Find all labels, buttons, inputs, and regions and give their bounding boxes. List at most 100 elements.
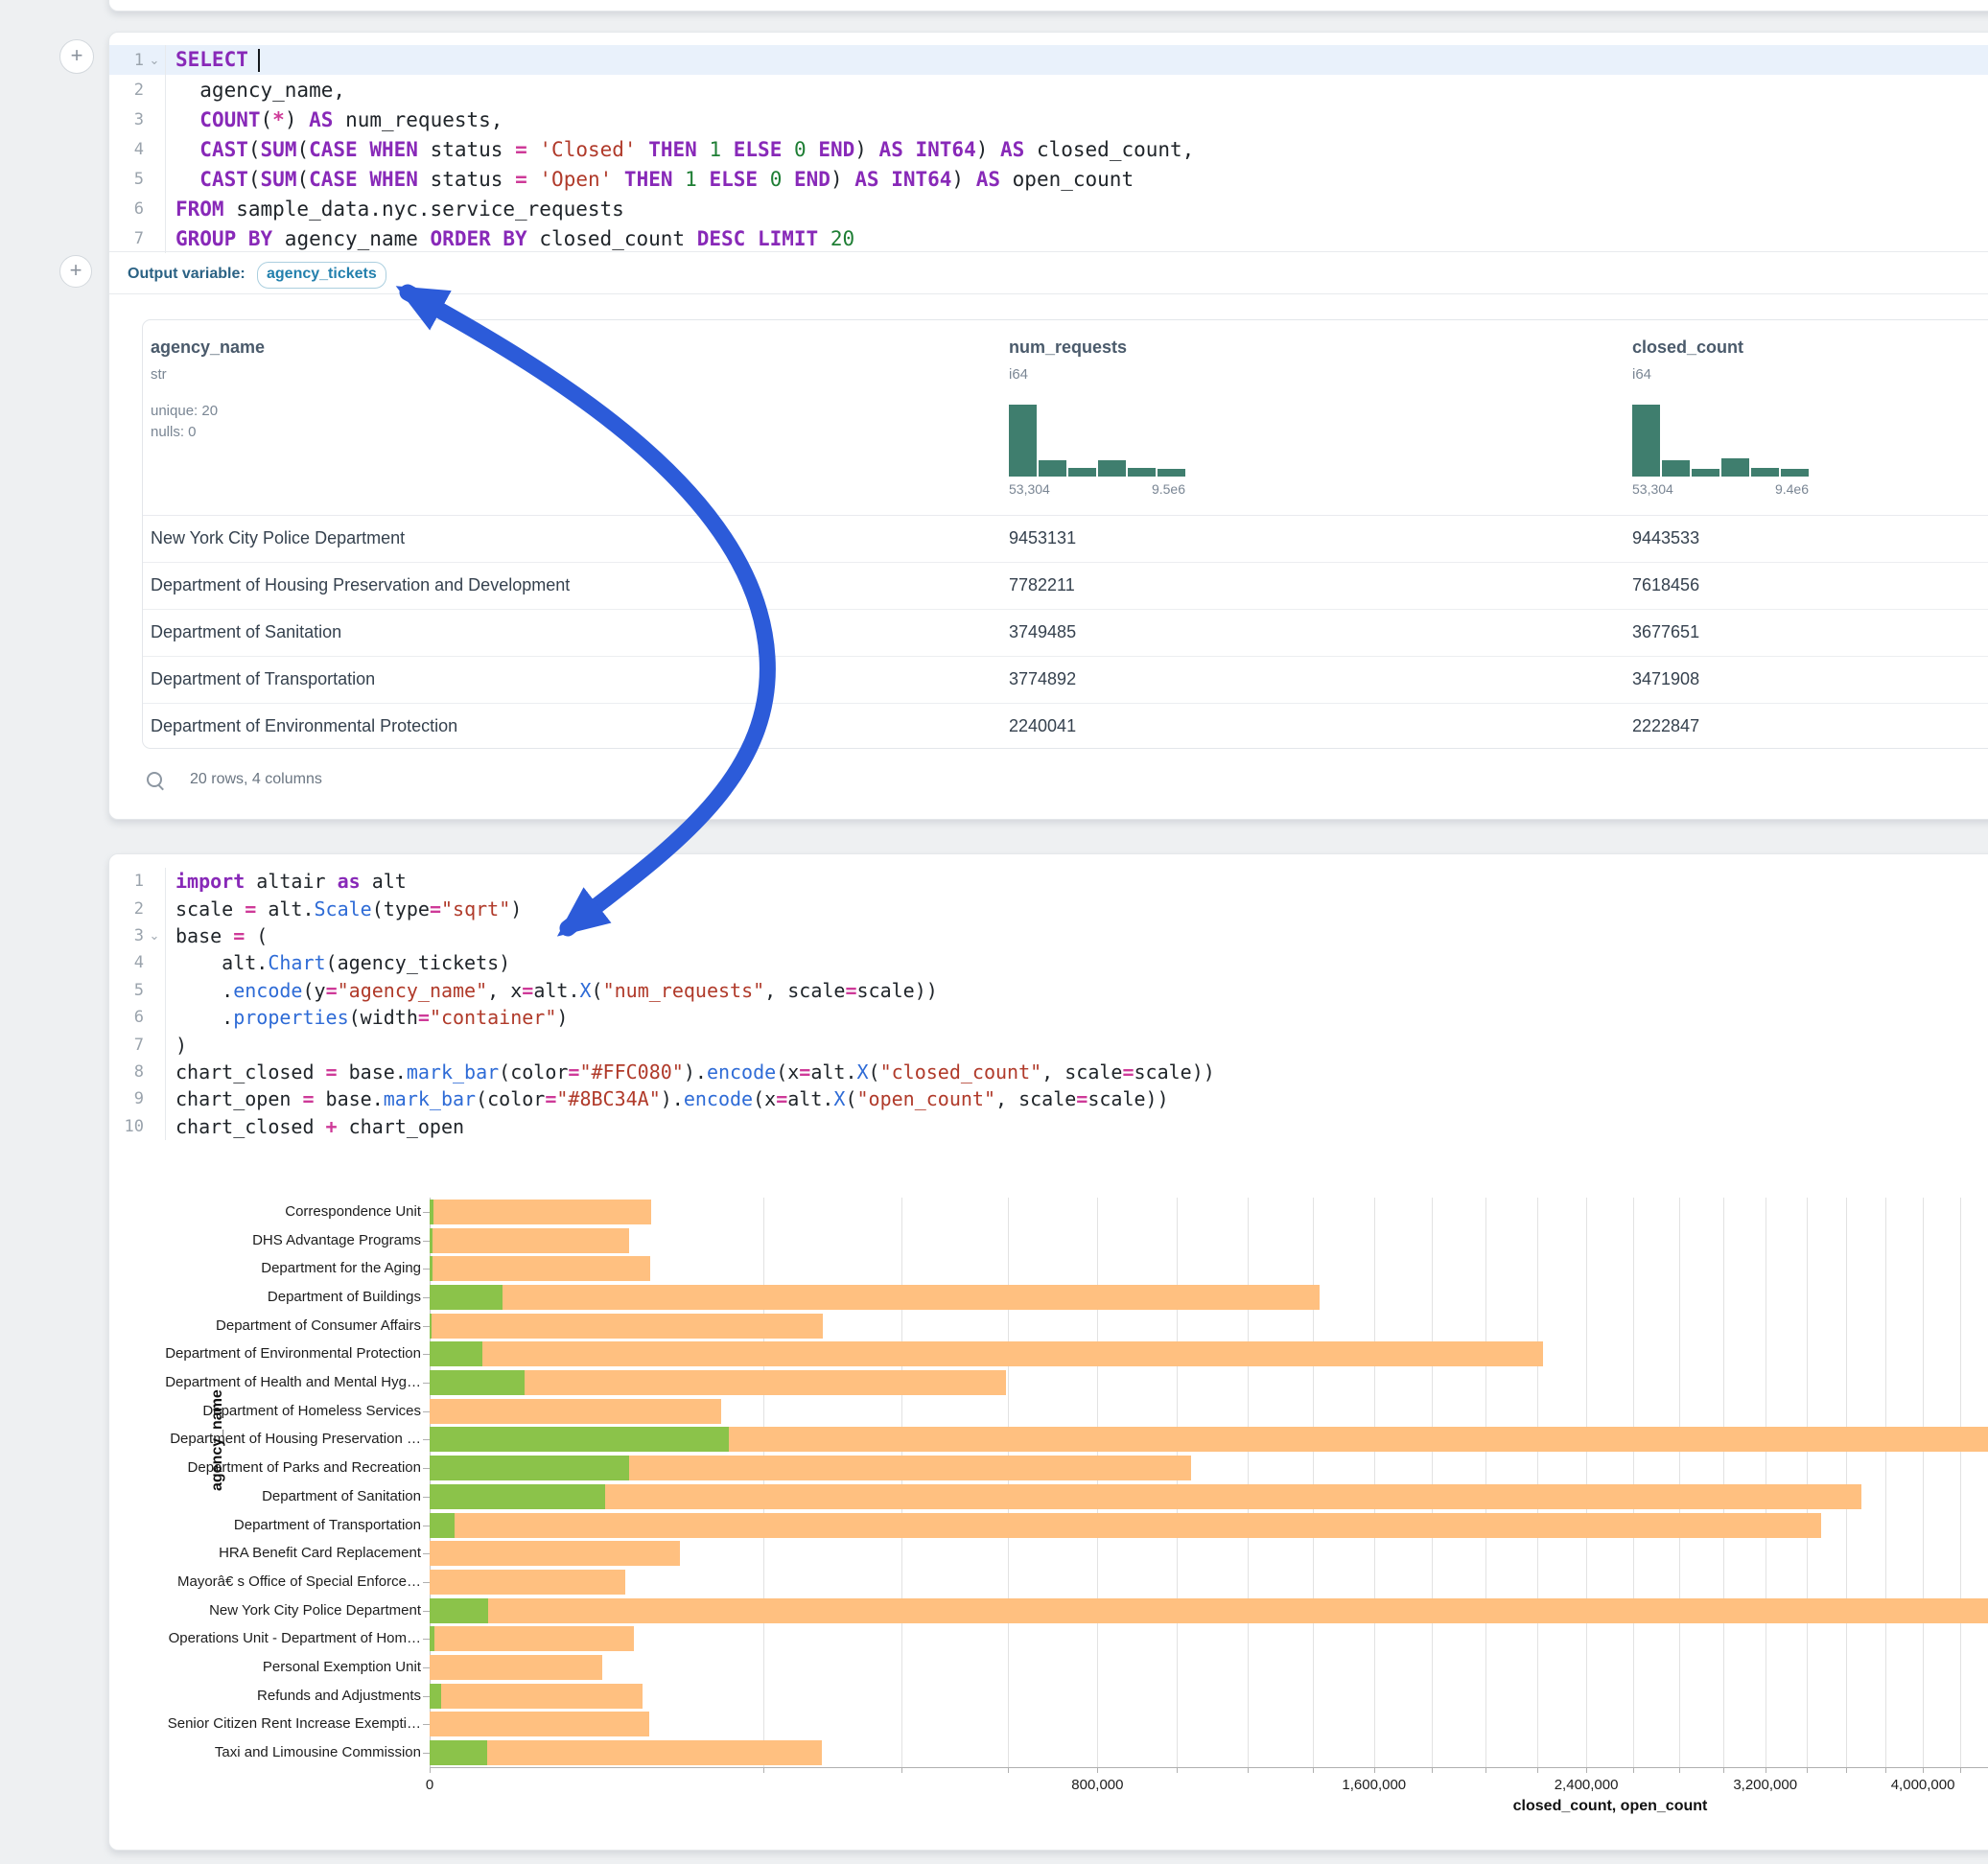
previous-cell-card-edge xyxy=(108,0,1988,12)
text-cursor xyxy=(258,49,260,72)
x-axis-tick-label: 3,200,000 xyxy=(1698,1777,1833,1793)
x-axis-tick-label: 2,400,000 xyxy=(1519,1777,1653,1793)
code-line[interactable]: 2scale = alt.Scale(type="sqrt") xyxy=(109,895,1988,921)
output-variable-pill[interactable]: agency_tickets xyxy=(257,262,386,289)
column-type: i64 xyxy=(1632,366,1651,383)
code-text: import altair as alt xyxy=(166,870,407,893)
line-number: 7 xyxy=(109,1036,144,1055)
sql-editor[interactable]: 1⌄SELECT2 agency_name,3 COUNT(*) AS num_… xyxy=(109,45,1988,253)
y-axis-label: Department of Homeless Services xyxy=(109,1403,421,1419)
code-text: CAST(SUM(CASE WHEN status = 'Closed' THE… xyxy=(166,138,1194,161)
table-row[interactable]: New York City Police Department945313194… xyxy=(143,515,1988,563)
code-line[interactable]: 9chart_open = base.mark_bar(color="#8BC3… xyxy=(109,1085,1988,1112)
code-line[interactable]: 1import altair as alt xyxy=(109,868,1988,895)
python-editor[interactable]: 1import altair as alt2scale = alt.Scale(… xyxy=(109,868,1988,1140)
cell-num-requests: 2240041 xyxy=(1009,703,1076,749)
code-line[interactable]: 5 .encode(y="agency_name", x=alt.X("num_… xyxy=(109,977,1988,1004)
line-number: 3 xyxy=(109,926,144,945)
code-text: GROUP BY agency_name ORDER BY closed_cou… xyxy=(166,227,854,250)
column-header[interactable]: num_requests xyxy=(1009,338,1127,358)
bar-open-count xyxy=(430,1513,455,1538)
column-header[interactable]: agency_name xyxy=(151,338,265,358)
column-histogram xyxy=(1009,405,1185,477)
bar-closed-count xyxy=(430,1655,602,1680)
y-axis-label: Department of Sanitation xyxy=(109,1488,421,1504)
bar-closed-count xyxy=(430,1285,1320,1310)
bar-closed-count xyxy=(430,1314,823,1339)
code-text: chart_open = base.mark_bar(color="#8BC34… xyxy=(166,1087,1169,1110)
y-axis-label: Refunds and Adjustments xyxy=(109,1688,421,1704)
python-cell-card: 1import altair as alt2scale = alt.Scale(… xyxy=(108,853,1988,1851)
code-line[interactable]: 6FROM sample_data.nyc.service_requests xyxy=(109,194,1988,223)
search-icon[interactable] xyxy=(147,772,166,791)
y-axis-label: DHS Advantage Programs xyxy=(109,1232,421,1248)
code-line[interactable]: 6 .properties(width="container") xyxy=(109,1004,1988,1031)
dataframe-table: agency_namestrunique: 20nulls: 0num_requ… xyxy=(142,319,1988,749)
column-header[interactable]: closed_count xyxy=(1632,338,1743,358)
line-number: 2 xyxy=(109,899,144,919)
output-variable-label: Output variable: xyxy=(128,266,246,283)
code-line[interactable]: 7GROUP BY agency_name ORDER BY closed_co… xyxy=(109,223,1988,253)
bar-closed-count xyxy=(430,1228,629,1253)
y-axis-label: Correspondence Unit xyxy=(109,1203,421,1220)
code-line[interactable]: 4 alt.Chart(agency_tickets) xyxy=(109,949,1988,976)
bar-open-count xyxy=(430,1456,629,1480)
notebook-canvas: { "colors": { "closed_bar": "#FFC080", "… xyxy=(0,0,1988,1864)
y-axis-label: Department for the Aging xyxy=(109,1260,421,1276)
add-cell-button-output[interactable]: + xyxy=(59,255,92,288)
code-line[interactable]: 7) xyxy=(109,1031,1988,1058)
bar-closed-count xyxy=(430,1484,1861,1509)
y-axis-label: Department of Housing Preservation … xyxy=(109,1431,421,1447)
x-axis-tick-label: 4,000,000 xyxy=(1856,1777,1988,1793)
bar-closed-count xyxy=(430,1513,1821,1538)
code-line[interactable]: 3 COUNT(*) AS num_requests, xyxy=(109,105,1988,134)
code-line[interactable]: 4 CAST(SUM(CASE WHEN status = 'Closed' T… xyxy=(109,134,1988,164)
bar-closed-count xyxy=(430,1541,680,1566)
bar-open-count xyxy=(430,1200,433,1224)
code-line[interactable]: 10 chart_closed + chart_open xyxy=(109,1113,1988,1140)
table-row[interactable]: Department of Environmental Protection22… xyxy=(143,703,1988,749)
line-number: 8 xyxy=(109,1062,144,1082)
y-axis-label: Personal Exemption Unit xyxy=(109,1659,421,1675)
code-text: ) xyxy=(166,1034,187,1057)
bar-closed-count xyxy=(430,1341,1543,1366)
add-cell-button-top[interactable]: + xyxy=(59,39,94,74)
line-number: 10 xyxy=(109,1117,144,1136)
cell-agency-name: Department of Transportation xyxy=(151,656,375,702)
code-text: .encode(y="agency_name", x=alt.X("num_re… xyxy=(166,979,938,1002)
bar-open-count xyxy=(430,1256,433,1281)
line-number: 3 xyxy=(109,110,144,129)
code-line[interactable]: 8chart_closed = base.mark_bar(color="#FF… xyxy=(109,1059,1988,1085)
bar-open-count xyxy=(430,1740,487,1765)
bar-closed-count xyxy=(430,1712,649,1736)
code-text: chart_closed + chart_open xyxy=(166,1115,464,1138)
y-axis-label: HRA Benefit Card Replacement xyxy=(109,1545,421,1561)
cell-closed-count: 3471908 xyxy=(1632,656,1699,702)
cell-num-requests: 9453131 xyxy=(1009,515,1076,561)
bar-open-count xyxy=(430,1370,525,1395)
bar-open-count xyxy=(430,1285,503,1310)
column-histogram xyxy=(1632,405,1809,477)
cell-closed-count: 7618456 xyxy=(1632,562,1699,608)
column-stats: unique: 20nulls: 0 xyxy=(151,401,218,443)
bar-open-count xyxy=(430,1314,432,1339)
line-number: 2 xyxy=(109,81,144,100)
code-line[interactable]: 5 CAST(SUM(CASE WHEN status = 'Open' THE… xyxy=(109,164,1988,194)
line-number: 4 xyxy=(109,140,144,159)
table-row[interactable]: Department of Sanitation37494853677651 xyxy=(143,609,1988,657)
bar-closed-count xyxy=(430,1740,822,1765)
y-axis-label: Department of Parks and Recreation xyxy=(109,1459,421,1476)
code-text: CAST(SUM(CASE WHEN status = 'Open' THEN … xyxy=(166,168,1134,191)
collapse-chevron-icon[interactable]: ⌄ xyxy=(144,53,165,68)
table-row[interactable]: Department of Housing Preservation and D… xyxy=(143,562,1988,610)
x-axis-tick-label: 1,600,000 xyxy=(1307,1777,1441,1793)
collapse-chevron-icon[interactable]: ⌄ xyxy=(144,928,165,944)
code-line[interactable]: 2 agency_name, xyxy=(109,75,1988,105)
cell-closed-count: 2222847 xyxy=(1632,703,1699,749)
bar-open-count xyxy=(430,1341,482,1366)
code-line[interactable]: 3⌄base = ( xyxy=(109,922,1988,949)
y-axis-label: Taxi and Limousine Commission xyxy=(109,1744,421,1760)
table-row[interactable]: Department of Transportation 3774892 34719… xyxy=(143,656,1988,704)
code-line[interactable]: 1⌄SELECT xyxy=(109,45,1988,75)
cell-num-requests: 3774892 xyxy=(1009,656,1076,702)
